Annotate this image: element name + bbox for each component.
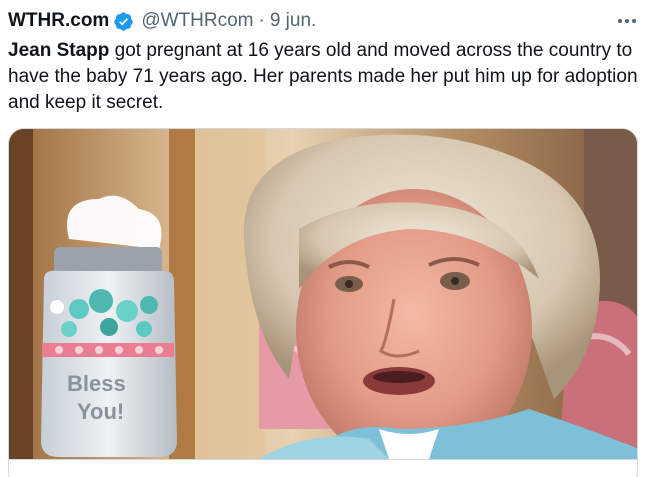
card-footer xyxy=(9,459,637,477)
tweet-photo[interactable]: Bless You! xyxy=(9,129,637,459)
more-options-icon[interactable] xyxy=(618,10,636,32)
tweet-text: Jean Stapp got pregnant at 16 years old … xyxy=(8,38,648,116)
jar-text-line2: You! xyxy=(77,399,124,424)
media-card[interactable]: Bless You! xyxy=(8,128,638,477)
verified-badge-icon xyxy=(113,11,134,32)
tweet-date[interactable]: 9 jun. xyxy=(270,8,316,34)
tweet-text-bold: Jean Stapp xyxy=(8,40,110,61)
author-handle[interactable]: @WTHRcom xyxy=(141,8,253,34)
separator-dot: · xyxy=(258,10,265,31)
author-name[interactable]: WTHR.com xyxy=(8,8,109,34)
tweet-header: WTHR.com @WTHRcom · 9 jun. xyxy=(8,8,648,34)
jar-text-line1: Bless xyxy=(67,371,126,396)
